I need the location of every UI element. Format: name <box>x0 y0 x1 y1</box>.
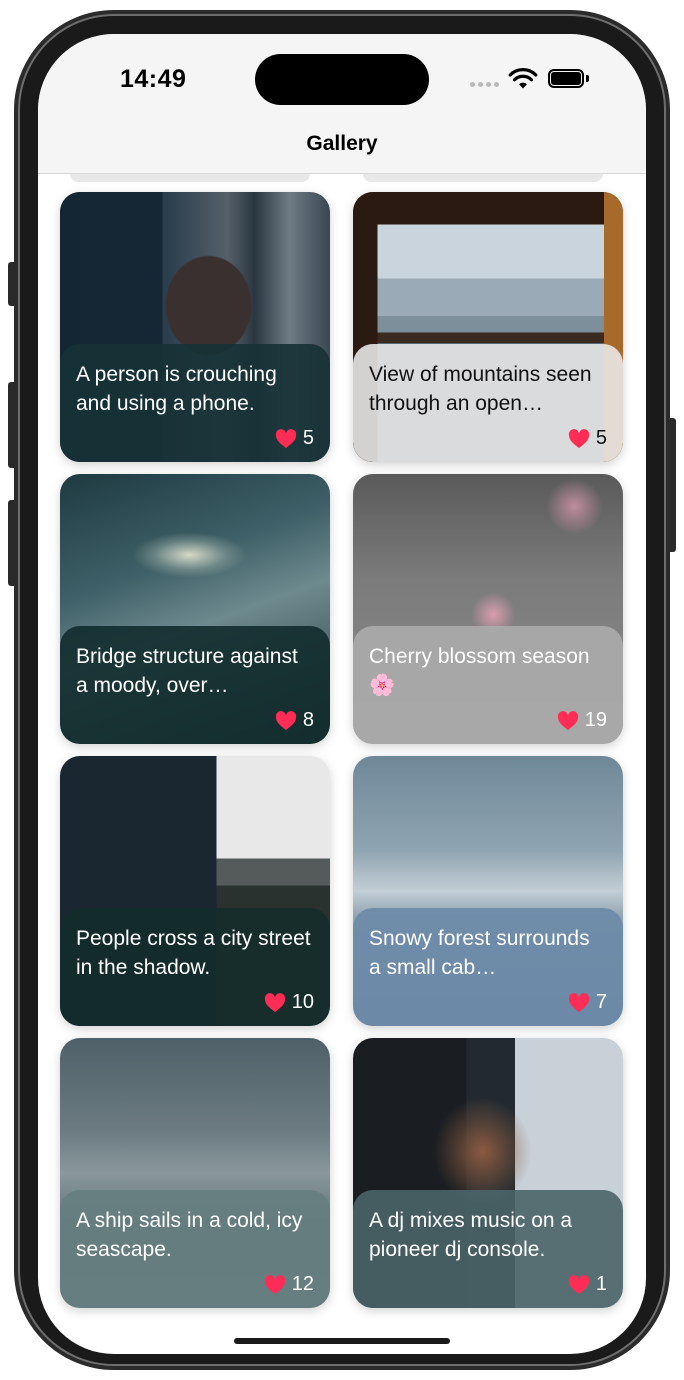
like-button[interactable]: 1 <box>568 1273 607 1296</box>
like-button[interactable]: 19 <box>557 709 607 732</box>
card-peek <box>363 174 603 182</box>
gallery-card[interactable]: Cherry blossom season 🌸 19 <box>353 474 623 744</box>
dynamic-island <box>255 54 429 105</box>
heart-icon <box>557 710 578 730</box>
heart-icon <box>275 428 297 448</box>
heart-icon <box>568 1274 590 1294</box>
heart-icon <box>275 710 297 730</box>
like-button[interactable]: 8 <box>275 709 314 732</box>
like-count: 1 <box>595 1273 607 1295</box>
power-button <box>666 418 676 552</box>
like-button[interactable]: 5 <box>275 427 314 450</box>
like-count: 7 <box>595 991 607 1013</box>
home-indicator[interactable] <box>234 1338 450 1344</box>
like-count: 12 <box>291 1273 314 1295</box>
like-button[interactable]: 5 <box>568 427 607 450</box>
card-caption: Cherry blossom season 🌸 19 <box>353 626 623 744</box>
like-count: 8 <box>302 709 314 731</box>
status-time: 14:49 <box>120 65 187 93</box>
wifi-icon <box>508 68 538 89</box>
like-button[interactable]: 7 <box>568 991 607 1014</box>
gallery-card[interactable]: Bridge structure against a moody, over… … <box>60 474 330 744</box>
like-count: 10 <box>291 991 314 1013</box>
gallery-card[interactable]: View of mountains seen through an open… … <box>353 192 623 462</box>
card-caption-text: Bridge structure against a moody, over… <box>76 645 298 697</box>
like-count: 5 <box>595 427 607 449</box>
card-caption: A ship sails in a cold, icy seascape. 12 <box>60 1190 330 1308</box>
page-title: Gallery <box>306 132 378 155</box>
heart-icon <box>264 992 285 1012</box>
gallery-card[interactable]: People cross a city street in the shadow… <box>60 756 330 1026</box>
volume-up-button <box>8 382 18 468</box>
battery-icon <box>548 69 590 89</box>
gallery-card[interactable]: Snowy forest surrounds a small cab… 7 <box>353 756 623 1026</box>
silent-switch <box>8 262 18 306</box>
gallery-card[interactable]: A person is crouching and using a phone.… <box>60 192 330 462</box>
status-bar: 14:49 <box>38 34 646 124</box>
navigation-bar: Gallery <box>38 124 646 174</box>
card-caption-text: People cross a city street in the shadow… <box>76 927 311 979</box>
like-button[interactable]: 10 <box>264 991 314 1014</box>
heart-icon <box>568 992 590 1012</box>
card-caption: A person is crouching and using a phone.… <box>60 344 330 462</box>
card-caption-text: A person is crouching and using a phone. <box>76 363 277 415</box>
heart-icon <box>568 428 590 448</box>
gallery-card[interactable]: A dj mixes music on a pioneer dj console… <box>353 1038 623 1308</box>
card-caption-text: View of mountains seen through an open… <box>369 363 592 415</box>
card-caption: Snowy forest surrounds a small cab… 7 <box>353 908 623 1026</box>
screen: 14:49 Gallery A person is crouching and … <box>38 34 646 1354</box>
card-caption: View of mountains seen through an open… … <box>353 344 623 462</box>
signal-icon <box>470 82 500 88</box>
card-caption-text: Cherry blossom season 🌸 <box>369 645 590 697</box>
volume-down-button <box>8 500 18 586</box>
card-caption: A dj mixes music on a pioneer dj console… <box>353 1190 623 1308</box>
card-caption-text: Snowy forest surrounds a small cab… <box>369 927 590 979</box>
like-button[interactable]: 12 <box>264 1273 314 1296</box>
like-count: 5 <box>302 427 314 449</box>
like-count: 19 <box>584 709 607 731</box>
card-caption: Bridge structure against a moody, over… … <box>60 626 330 744</box>
card-caption: People cross a city street in the shadow… <box>60 908 330 1026</box>
card-caption-text: A dj mixes music on a pioneer dj console… <box>369 1209 573 1261</box>
card-peek <box>70 174 310 182</box>
card-caption-text: A ship sails in a cold, icy seascape. <box>76 1209 303 1261</box>
gallery-card[interactable]: A ship sails in a cold, icy seascape. 12 <box>60 1038 330 1308</box>
heart-icon <box>264 1274 285 1294</box>
